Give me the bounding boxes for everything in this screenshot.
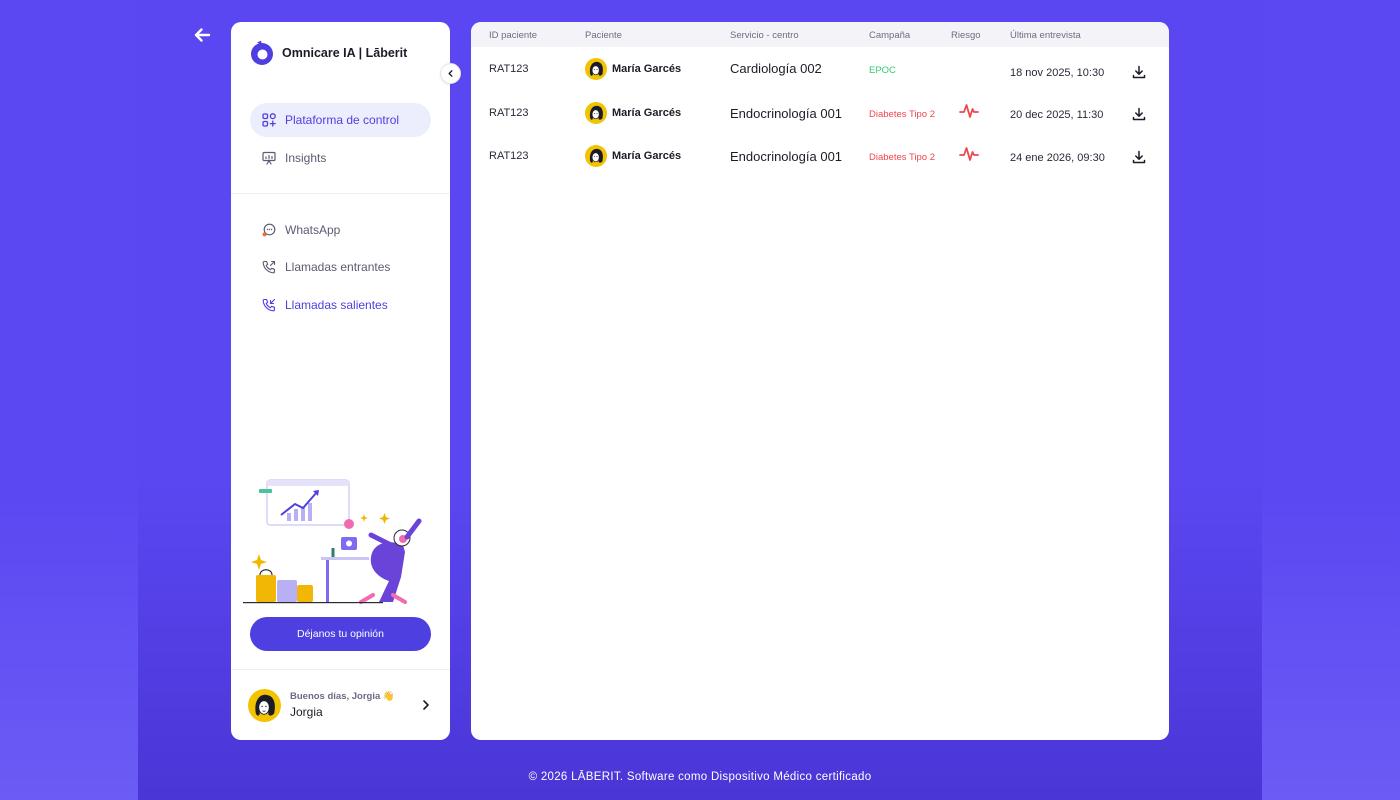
patient-cell[interactable]: María Garcés	[585, 145, 681, 167]
footer-copyright: © 2026 LĀBERIT. Software como Dispositiv…	[528, 771, 872, 783]
table-row[interactable]: RAT123 María Garcés Endocrinología 001 Diab…	[471, 137, 1169, 175]
table-header: ID paciente Paciente Servicio - centro C…	[471, 22, 1169, 47]
nav-item-whatsapp[interactable]: WhatsApp	[250, 213, 431, 247]
page-margin-right	[1262, 0, 1400, 800]
patient-id: RAT123	[489, 63, 529, 75]
avatar	[248, 688, 281, 722]
download-icon[interactable]	[1132, 107, 1146, 126]
service-center: Endocrinología 001	[730, 106, 843, 121]
chevron-right-icon[interactable]	[421, 699, 431, 711]
service-center: Endocrinología 001	[730, 149, 843, 164]
last-interview-date: 24 ene 2026, 09:30	[1010, 152, 1105, 164]
patient-id: RAT123	[489, 150, 529, 162]
sidebar: Omnicare IA | Lāberit Plataforma de cont…	[231, 22, 461, 740]
feedback-button[interactable]: Déjanos tu opinión	[250, 617, 431, 651]
patient-avatar-icon	[585, 58, 607, 80]
download-icon[interactable]	[1132, 150, 1146, 169]
nav-item-plataforma-de-control[interactable]: Plataforma de control	[250, 103, 431, 137]
campaign-badge: Diabetes Tipo 2	[869, 152, 936, 163]
phone-incoming-icon	[262, 260, 276, 274]
column-header-id[interactable]: ID paciente	[489, 30, 537, 41]
sidebar-divider	[231, 669, 450, 670]
sidebar-divider	[231, 193, 450, 194]
patient-avatar-icon	[585, 102, 607, 124]
column-header-service[interactable]: Servicio - centro	[730, 30, 799, 41]
phone-outgoing-icon	[262, 298, 276, 312]
patient-avatar-icon	[585, 145, 607, 167]
brand-logo-icon	[251, 40, 273, 65]
back-arrow-icon[interactable]	[192, 25, 212, 45]
last-interview-date: 20 dec 2025, 11:30	[1010, 109, 1104, 121]
patient-name: María Garcés	[612, 107, 682, 119]
nav-item-label: Plataforma de control	[285, 113, 400, 127]
column-header-patient[interactable]: Paciente	[585, 30, 622, 41]
patient-cell[interactable]: María Garcés	[585, 102, 681, 124]
risk-pulse-icon	[959, 102, 979, 125]
nav-item-llamadas-entrantes[interactable]: Llamadas entrantes	[250, 250, 431, 284]
user-name: Jorgia	[290, 705, 323, 719]
nav-item-label: WhatsApp	[285, 223, 341, 237]
patient-id: RAT123	[489, 107, 529, 119]
user-profile[interactable]: Buenos días, Jorgia 👋 Jorgia	[248, 688, 433, 722]
table-row[interactable]: RAT123 María Garcés Endocrinología 001 Diab…	[471, 94, 1169, 132]
presentation-chart-icon	[262, 151, 276, 165]
chat-bubble-icon	[262, 223, 276, 237]
page-margin-left	[0, 0, 138, 800]
analytics-illustration	[243, 479, 422, 604]
patient-name: María Garcés	[612, 63, 682, 75]
service-center: Cardiología 002	[730, 61, 822, 76]
table-row[interactable]: RAT123 María Garcés Cardiología 002 EPOC 18 …	[471, 50, 1169, 88]
patient-cell[interactable]: María Garcés	[585, 58, 681, 80]
patients-table-card: ID paciente Paciente Servicio - centro C…	[471, 22, 1169, 740]
column-header-risk[interactable]: Riesgo	[951, 30, 981, 41]
nav-item-llamadas-salientes[interactable]: Llamadas salientes	[250, 288, 431, 322]
campaign-badge: Diabetes Tipo 2	[869, 109, 936, 120]
column-header-last-interview[interactable]: Última entrevista	[1010, 30, 1081, 41]
dashboard-grid-icon	[262, 113, 276, 127]
campaign-badge: EPOC	[869, 65, 896, 76]
risk-pulse-icon	[959, 145, 979, 168]
download-icon[interactable]	[1132, 65, 1146, 84]
brand[interactable]: Omnicare IA | Lāberit	[249, 40, 407, 66]
column-header-campaign[interactable]: Campaña	[869, 30, 910, 41]
chevron-left-icon	[448, 70, 453, 77]
nav-item-label: Llamadas salientes	[285, 298, 388, 312]
patient-name: María Garcés	[612, 150, 682, 162]
nav-item-label: Llamadas entrantes	[285, 260, 391, 274]
nav-item-insights[interactable]: Insights	[250, 141, 431, 175]
brand-name: Omnicare IA | Lāberit	[282, 46, 408, 60]
nav-item-label: Insights	[285, 151, 327, 165]
last-interview-date: 18 nov 2025, 10:30	[1010, 67, 1105, 79]
sidebar-collapse-button[interactable]	[440, 63, 461, 84]
user-greeting: Buenos días, Jorgia 👋	[290, 691, 395, 702]
